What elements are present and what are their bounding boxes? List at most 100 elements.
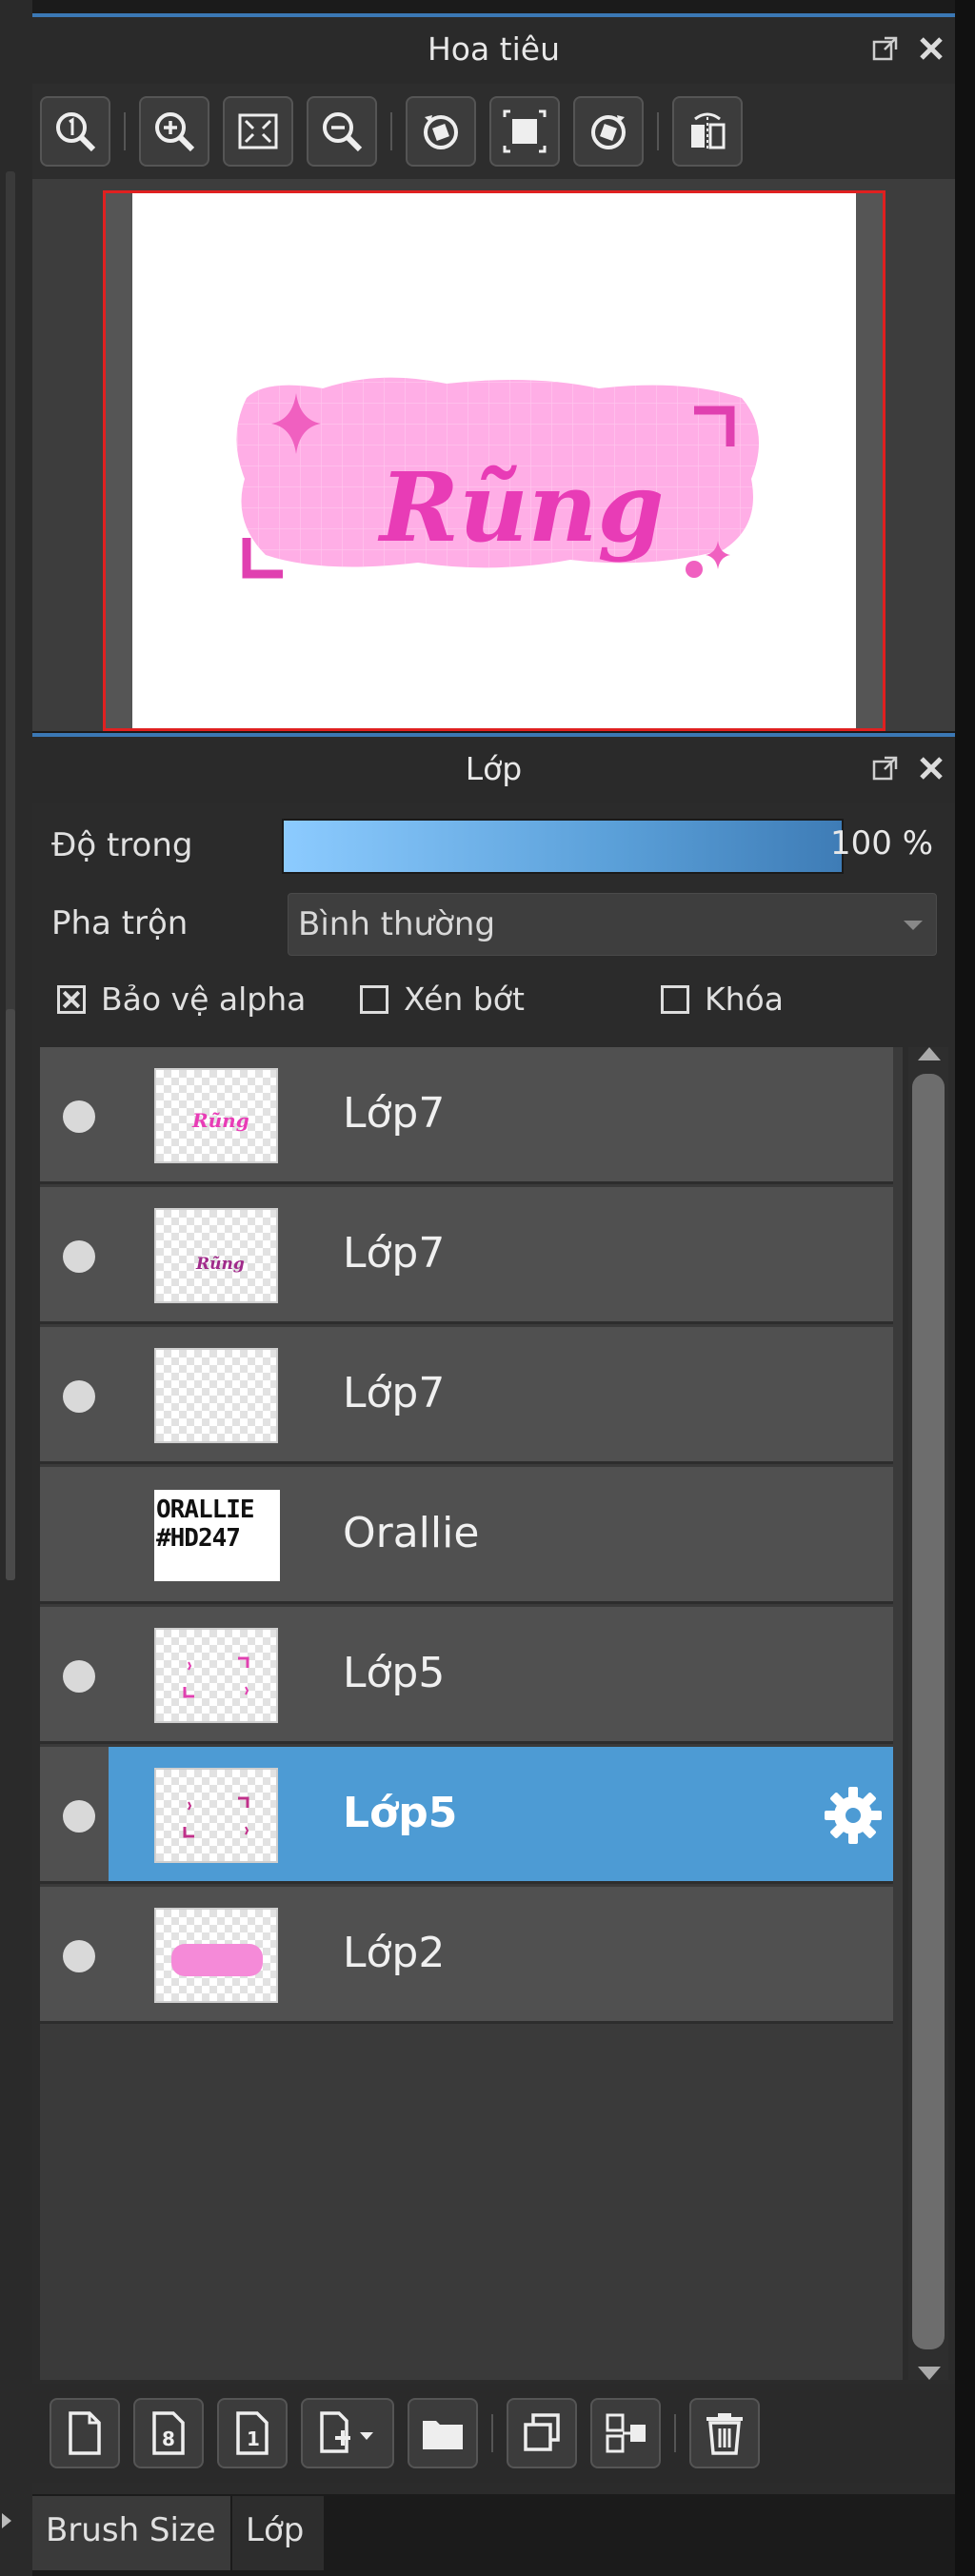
watermark-line: ORALLIE (156, 1496, 255, 1524)
layer-name: Lớp5 (343, 1649, 446, 1697)
layer-name: Lớp2 (343, 1929, 446, 1977)
left-scroll-thumb[interactable] (6, 1009, 15, 1580)
rotate-left-button[interactable] (406, 96, 476, 167)
new-8bit-layer-icon: 8 (152, 2411, 185, 2455)
panel-tab-bar: Brush Size Lớp (32, 2494, 955, 2576)
opacity-label: Độ trong (51, 826, 193, 864)
left-panel-edge (0, 0, 32, 2576)
visibility-icon[interactable] (63, 1800, 95, 1833)
opacity-value: 100 % (830, 824, 934, 862)
scroll-thumb[interactable] (912, 1074, 945, 2349)
navigator-view-frame[interactable]: Rũng (103, 190, 885, 731)
navigator-title: Hoa tiêu (427, 30, 561, 68)
tab-layer[interactable]: Lớp (232, 2496, 324, 2570)
navigator-header: Hoa tiêu (32, 13, 955, 84)
layer-name: Orallie (343, 1509, 480, 1557)
navigator-canvas[interactable]: Rũng (32, 179, 955, 731)
layer-thumbnail: Rũng (154, 1068, 278, 1163)
layer-options: Bảo vệ alpha Xén bớt Khóa (32, 981, 955, 1038)
new-layer-button[interactable] (50, 2398, 120, 2468)
visibility-icon[interactable] (63, 1940, 95, 1972)
clipping-checkbox[interactable]: Xén bớt (360, 981, 525, 1018)
opacity-slider[interactable] (282, 819, 844, 874)
canvas-preview: Rũng (132, 193, 856, 728)
delete-layer-icon (706, 2413, 743, 2455)
new-1bit-layer-icon: 1 (236, 2411, 269, 2455)
layer-row[interactable]: ORALLIE #HD247 Orallie (40, 1467, 893, 1604)
layer-row-selected[interactable]: Lớp5 (40, 1747, 893, 1884)
toolbar-separator (491, 2414, 493, 2452)
lock-label: Khóa (705, 981, 784, 1018)
layer-thumbnail: ORALLIE #HD247 (154, 1490, 280, 1581)
rotate-right-button[interactable] (573, 96, 644, 167)
fit-screen-button[interactable] (223, 96, 293, 167)
lock-checkbox[interactable]: Khóa (661, 981, 784, 1018)
checkbox-checked-icon (57, 984, 86, 1014)
merge-layer-button[interactable] (590, 2398, 661, 2468)
svg-text:1: 1 (247, 2427, 260, 2450)
layer-panel: Lớp Độ trong 100 % Pha trộn Bình thường … (32, 733, 955, 2504)
svg-text:8: 8 (162, 2427, 175, 2450)
close-icon[interactable] (917, 34, 945, 63)
layer-name: Lớp7 (343, 1369, 446, 1417)
checkbox-unchecked-icon (661, 984, 689, 1014)
artwork-preview: Rũng (236, 377, 759, 579)
layer-thumbnail (154, 1348, 278, 1443)
zoom-out-button[interactable] (307, 96, 377, 167)
zoom-in-button[interactable] (139, 96, 209, 167)
duplicate-layer-icon (524, 2413, 560, 2451)
new-folder-button[interactable] (408, 2398, 478, 2468)
visibility-icon[interactable] (63, 1240, 95, 1273)
blend-mode-label: Pha trộn (51, 904, 189, 942)
popout-icon[interactable] (871, 754, 900, 783)
layer-name: Lớp5 (343, 1789, 458, 1837)
visibility-icon[interactable] (63, 1100, 95, 1133)
close-icon[interactable] (917, 754, 945, 783)
layer-panel-header: Lớp (32, 733, 955, 803)
app-window: Hoa tiêu Rũng Lớp Độ trong 100 % Pha trộ… (0, 0, 975, 2576)
popout-icon[interactable] (871, 34, 900, 63)
rotate-left-icon (424, 115, 458, 149)
layer-row[interactable]: Rũng Lớp7 (40, 1187, 893, 1324)
new-8bit-layer-button[interactable]: 8 (133, 2398, 204, 2468)
add-layer-menu-button[interactable] (301, 2398, 394, 2468)
zoom-in-icon (155, 112, 195, 152)
delete-layer-button[interactable] (689, 2398, 760, 2468)
fit-canvas-button[interactable] (489, 96, 560, 167)
protect-alpha-checkbox[interactable]: Bảo vệ alpha (57, 981, 306, 1018)
visibility-icon[interactable] (63, 1380, 95, 1413)
add-layer-menu-icon (320, 2411, 373, 2453)
layer-row[interactable]: Lớp2 (40, 1887, 893, 2024)
blend-mode-select[interactable]: Bình thường (288, 893, 937, 956)
zoom-out-icon (323, 112, 363, 152)
layer-list-scrollbar[interactable] (908, 1047, 948, 2380)
layer-row[interactable]: Lớp7 (40, 1327, 893, 1464)
rotate-right-icon (591, 115, 626, 149)
scroll-up-icon[interactable] (918, 1047, 941, 1060)
layer-name: Lớp7 (343, 1229, 446, 1278)
navigator-panel: Hoa tiêu Rũng (32, 13, 955, 731)
visibility-icon[interactable] (63, 1660, 95, 1693)
duplicate-layer-button[interactable] (507, 2398, 577, 2468)
blend-mode-value: Bình thường (298, 905, 496, 943)
layer-row[interactable]: Lớp5 (40, 1607, 893, 1744)
new-1bit-layer-button[interactable]: 1 (217, 2398, 288, 2468)
layer-name: Lớp7 (343, 1089, 446, 1138)
new-folder-icon (423, 2421, 463, 2449)
watermark-line: #HD247 (156, 1524, 241, 1553)
layer-thumbnail (154, 1908, 278, 2003)
svg-text:Rũng: Rũng (377, 451, 664, 564)
scroll-down-icon[interactable] (918, 2367, 941, 2380)
flip-button[interactable] (672, 96, 743, 167)
protect-alpha-label: Bảo vệ alpha (101, 981, 307, 1018)
merge-layer-icon (606, 2413, 646, 2453)
gear-icon[interactable] (821, 1783, 885, 1848)
layer-row[interactable]: Rũng Lớp7 (40, 1047, 893, 1184)
toolbar-separator (390, 112, 392, 150)
collapse-arrow-icon[interactable] (2, 2513, 11, 2528)
layer-list: Rũng Lớp7 Rũng Lớp7 Lớp7 ORALLIE #HD247 … (40, 1047, 903, 2380)
actual-size-icon (56, 112, 96, 152)
actual-size-button[interactable] (40, 96, 110, 167)
tab-brush-size[interactable]: Brush Size (32, 2496, 230, 2570)
flip-icon (691, 112, 726, 151)
